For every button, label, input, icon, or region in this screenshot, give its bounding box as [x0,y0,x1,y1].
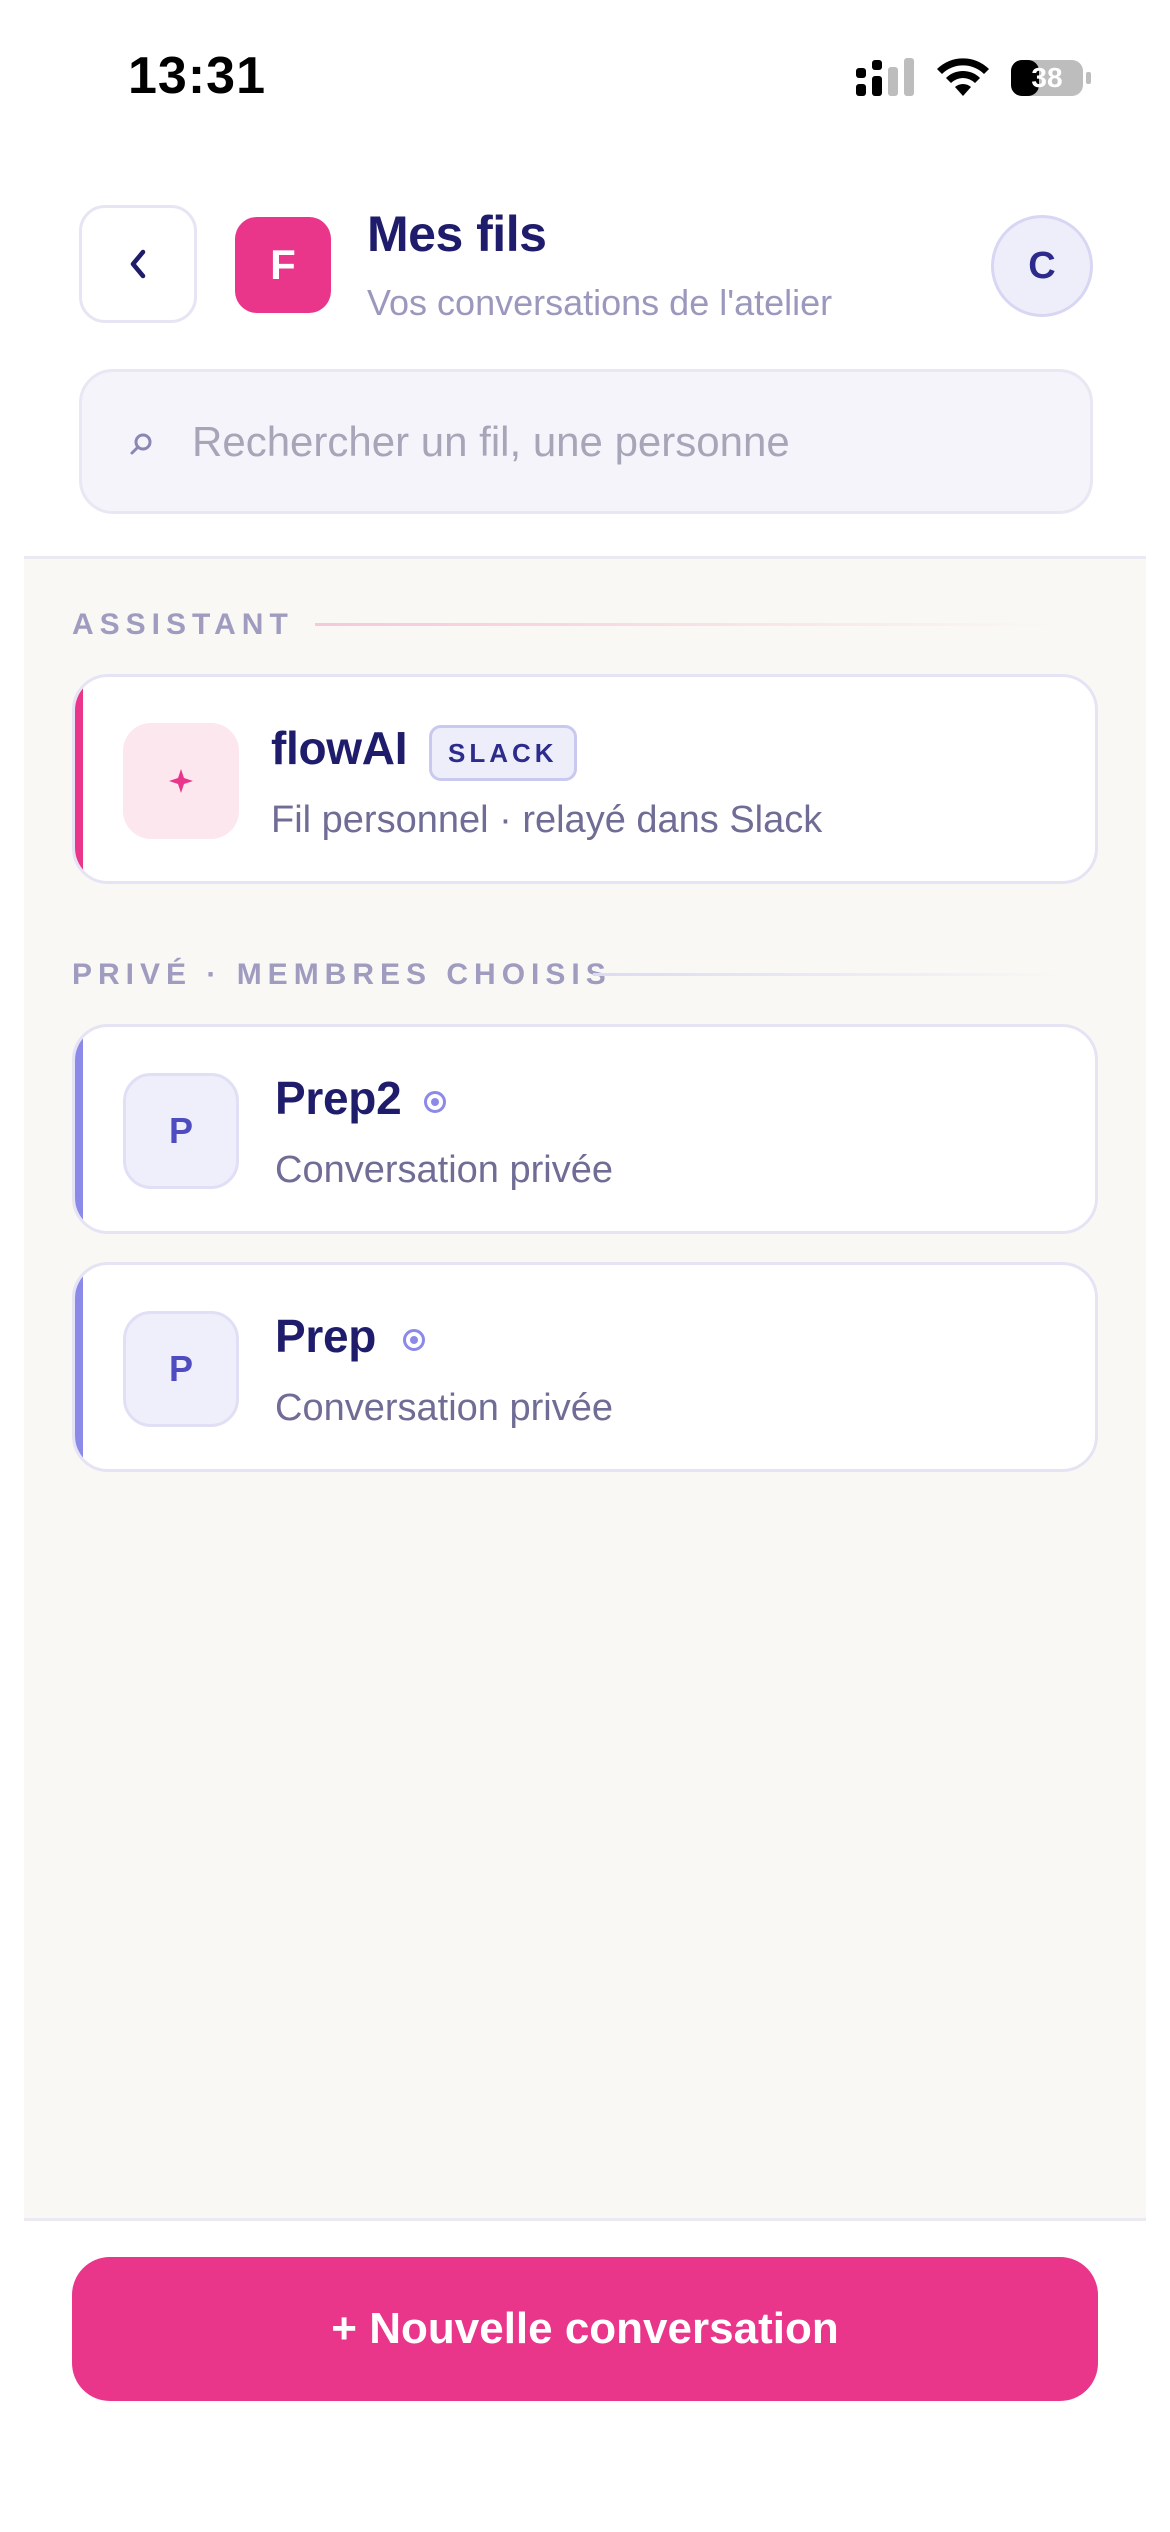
thread-title: flowAI [271,722,408,774]
section-divider [593,973,1063,976]
thread-thumb: P [123,1311,239,1427]
section-label-assistant: ASSISTANT [72,608,294,641]
thread-thumb: P [123,1073,239,1189]
chevron-left-icon [130,249,146,279]
app-logo-initial: F [270,241,296,288]
search-bar [79,369,1093,514]
app-logo: F [235,217,331,313]
battery-icon: 38 [1010,58,1092,98]
page-title: Mes fils [367,206,547,262]
card-accent [75,1265,83,1469]
status-bar: 13:31 38 [0,0,1170,150]
thread-card-prep2[interactable]: P Prep2 Conversation privée [72,1024,1098,1234]
slack-badge: SLACK [429,725,577,781]
private-indicator-icon [424,1091,446,1113]
thread-subtitle: Conversation privée [275,1387,613,1429]
status-time: 13:31 [128,47,266,105]
avatar-initial: C [1028,244,1056,287]
footer-divider [24,2218,1146,2221]
thread-card-flowai[interactable]: flowAI SLACK Fil personnel · relayé dans… [72,674,1098,884]
thread-card-prep[interactable]: P Prep Conversation privée [72,1262,1098,1472]
section-divider [315,623,1055,626]
thread-title: Prep [275,1310,377,1362]
thread-title: Prep2 [275,1072,402,1124]
thread-initial: P [168,1348,193,1389]
battery-level: 38 [1031,62,1063,93]
thread-subtitle: Conversation privée [275,1149,613,1191]
card-accent [75,1027,83,1231]
threads-screen: 13:31 38 F Mes fils Vos conversations de… [0,0,1170,2532]
user-avatar[interactable]: C [991,215,1093,317]
thread-subtitle: Fil personnel · relayé dans Slack [271,799,823,841]
cellular-signal-icon [856,58,914,96]
back-button[interactable] [79,205,197,323]
private-indicator-icon [403,1329,425,1351]
thread-initial: P [168,1110,193,1151]
search-input[interactable] [192,372,1072,511]
new-conversation-button[interactable]: + Nouvelle conversation [72,2257,1098,2401]
sparkle-icon [169,769,193,793]
page-subtitle: Vos conversations de l'atelier [367,282,833,323]
wifi-icon [937,58,989,96]
card-accent [75,677,83,881]
section-label-private: PRIVÉ · MEMBRES CHOISIS [72,958,612,991]
search-icon [130,433,152,455]
thread-thumb [123,723,239,839]
